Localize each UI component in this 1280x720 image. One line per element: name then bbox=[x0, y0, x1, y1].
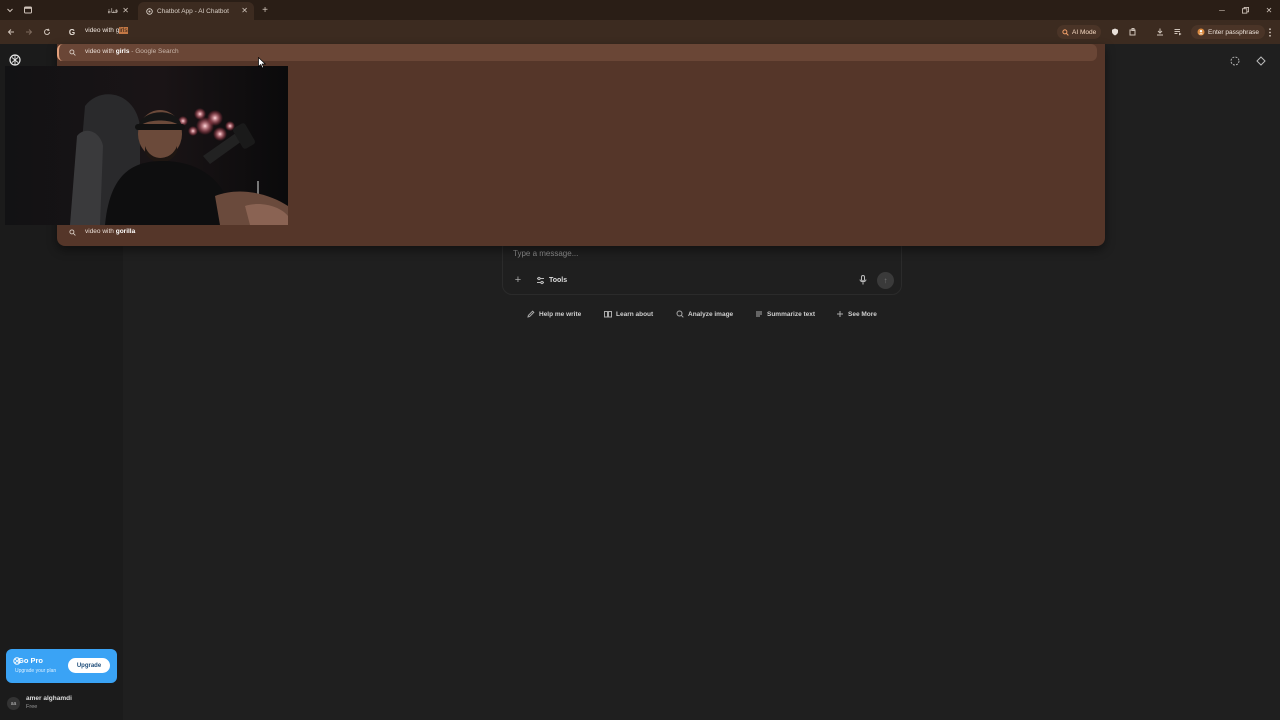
google-icon: G bbox=[68, 27, 76, 37]
chevron-down-icon bbox=[7, 8, 13, 13]
suggestion-typed-text: video with bbox=[85, 48, 116, 55]
tab-strip: قناة ✕ Chatbot App - AI Chatbot ✕ + ─ ✕ bbox=[0, 0, 1280, 20]
quick-action-label: Learn about bbox=[616, 310, 654, 318]
tab-chatbot[interactable]: Chatbot App - AI Chatbot ✕ bbox=[138, 2, 254, 20]
reload-button[interactable] bbox=[40, 25, 54, 39]
minimize-button[interactable]: ─ bbox=[1215, 4, 1229, 16]
diamond-icon bbox=[1256, 56, 1266, 66]
arrow-right-icon bbox=[26, 29, 33, 35]
back-button[interactable] bbox=[4, 25, 18, 39]
message-composer bbox=[502, 238, 902, 295]
suggestion-completion-text: girls bbox=[115, 48, 130, 55]
profile-icon bbox=[1197, 28, 1205, 36]
lines-icon bbox=[756, 311, 762, 317]
chatbot-favicon-icon bbox=[146, 7, 153, 15]
history-button[interactable] bbox=[1228, 54, 1242, 68]
message-input[interactable]: Type a message... bbox=[513, 249, 578, 258]
mouse-cursor-icon bbox=[258, 57, 266, 69]
puzzle-icon bbox=[1129, 28, 1136, 36]
avatar[interactable]: aa bbox=[7, 697, 20, 710]
go-pro-subtitle: Upgrade your plan bbox=[15, 668, 57, 674]
passphrase-label: Enter passphrase bbox=[1208, 28, 1259, 36]
ai-mode-button[interactable]: AI Mode bbox=[1057, 25, 1102, 39]
minimize-icon: ─ bbox=[1219, 5, 1225, 15]
forward-button[interactable] bbox=[22, 25, 36, 39]
close-icon: ✕ bbox=[1265, 5, 1273, 15]
new-tab-button[interactable]: + bbox=[258, 3, 272, 17]
quick-action-label: Summarize text bbox=[767, 310, 816, 318]
ai-mode-label: AI Mode bbox=[1072, 28, 1097, 36]
plus-icon: + bbox=[514, 274, 522, 286]
shield-icon bbox=[1112, 28, 1118, 36]
attach-button[interactable]: + bbox=[512, 274, 524, 286]
suggestion-completion-text: gorilla bbox=[115, 228, 136, 235]
send-button[interactable]: ↑ bbox=[877, 272, 894, 289]
loading-circle-icon bbox=[1230, 56, 1240, 66]
omnibox-suggestion-girls[interactable] bbox=[57, 44, 1097, 61]
media-controls-button[interactable] bbox=[1172, 26, 1184, 38]
close-window-button[interactable]: ✕ bbox=[1262, 4, 1276, 16]
webcam-overlay bbox=[5, 66, 288, 225]
settings-button[interactable] bbox=[1254, 54, 1268, 68]
address-typed-text: video with g bbox=[85, 27, 120, 34]
user-name: amer alghamdi bbox=[26, 695, 72, 702]
more-vertical-icon bbox=[1269, 27, 1271, 37]
quick-action-label: Help me write bbox=[539, 310, 582, 318]
restore-button[interactable] bbox=[1238, 4, 1252, 16]
browser-menu-button[interactable] bbox=[1264, 26, 1276, 38]
pencil-icon bbox=[527, 310, 535, 318]
suggestion-source-text: - Google Search bbox=[129, 48, 179, 55]
microphone-button[interactable] bbox=[857, 274, 869, 286]
window-icon bbox=[24, 6, 32, 14]
webcam-person-image bbox=[5, 66, 288, 225]
quick-action-label: Analyze image bbox=[688, 310, 734, 318]
close-icon[interactable]: ✕ bbox=[122, 6, 129, 15]
close-icon[interactable]: ✕ bbox=[241, 6, 248, 15]
search-icon bbox=[67, 47, 77, 57]
tab-arabic[interactable]: قناة ✕ bbox=[42, 2, 135, 20]
address-autocomplete-text: irls bbox=[119, 27, 128, 34]
extensions-button[interactable] bbox=[1127, 26, 1139, 38]
omnibox-suggestion-gorilla[interactable]: video with gorilla bbox=[85, 228, 135, 235]
quick-action-analyze-image[interactable]: Analyze image bbox=[676, 308, 733, 320]
suggestion-typed-text: video with bbox=[85, 228, 116, 235]
user-plan: Free bbox=[26, 704, 38, 710]
tab-title: قناة bbox=[107, 8, 118, 15]
search-icon bbox=[676, 310, 684, 318]
downloads-button[interactable] bbox=[1154, 26, 1166, 38]
upgrade-button[interactable]: Upgrade bbox=[68, 658, 110, 673]
plus-icon: + bbox=[262, 4, 268, 16]
tab-title: Chatbot App - AI Chatbot bbox=[157, 7, 229, 15]
arrow-up-icon: ↑ bbox=[883, 276, 888, 285]
book-icon bbox=[604, 311, 612, 318]
microphone-icon bbox=[859, 275, 867, 285]
reload-icon bbox=[44, 28, 50, 35]
address-bar-input[interactable]: video with girls bbox=[85, 27, 128, 34]
plus-icon bbox=[837, 311, 843, 317]
tab-search-button[interactable] bbox=[3, 3, 17, 17]
quick-action-learn-about[interactable]: Learn about bbox=[604, 308, 653, 320]
quick-action-see-more[interactable]: See More bbox=[836, 308, 877, 320]
quick-action-help-me-write[interactable]: Help me write bbox=[527, 308, 581, 320]
sidebar-toggle-button[interactable] bbox=[21, 3, 35, 17]
arrow-left-icon bbox=[7, 29, 14, 35]
search-icon bbox=[67, 227, 77, 237]
go-pro-title: Go Pro bbox=[18, 656, 44, 665]
openai-logo-icon bbox=[9, 54, 21, 66]
download-icon bbox=[1157, 28, 1163, 36]
sliders-icon bbox=[537, 276, 544, 284]
enter-passphrase-button[interactable]: Enter passphrase bbox=[1191, 25, 1265, 39]
app-logo-button[interactable] bbox=[8, 53, 22, 67]
quick-action-label: See More bbox=[848, 310, 877, 318]
search-sparkle-icon bbox=[1062, 28, 1069, 36]
playlist-icon bbox=[1174, 29, 1182, 36]
quick-action-summarize-text[interactable]: Summarize text bbox=[755, 308, 815, 320]
tools-label: Tools bbox=[549, 276, 568, 284]
shield-extension-button[interactable] bbox=[1109, 26, 1121, 38]
suggestion-text: video with girls - Google Search bbox=[85, 48, 179, 55]
tools-button[interactable]: Tools bbox=[536, 274, 567, 286]
restore-icon bbox=[1241, 6, 1249, 14]
